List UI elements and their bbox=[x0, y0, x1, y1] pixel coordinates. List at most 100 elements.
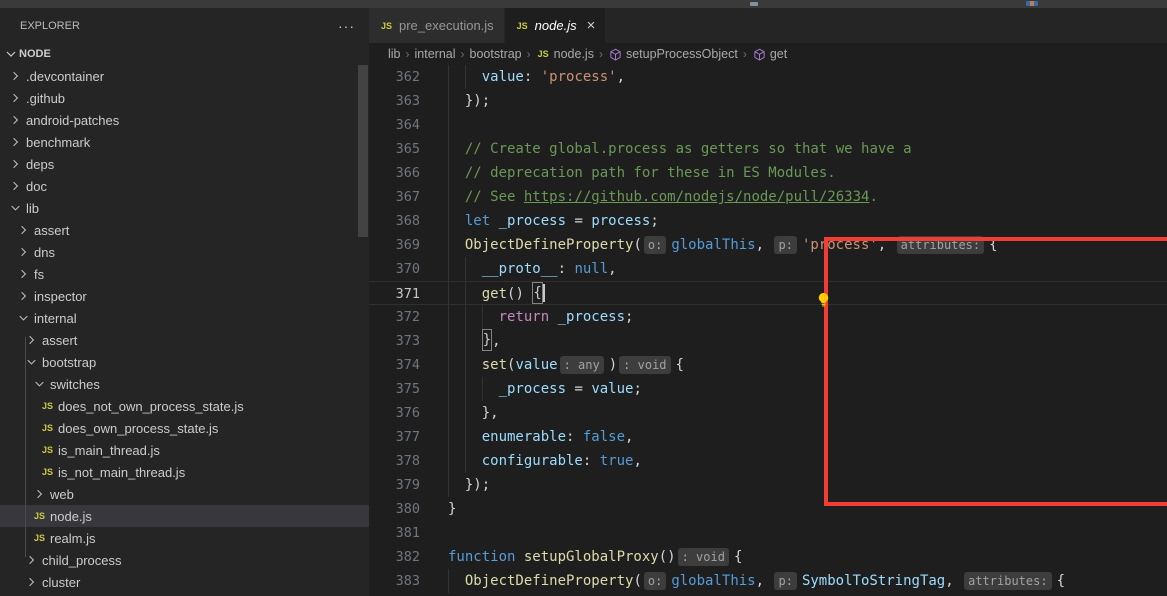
line-number[interactable]: 370 bbox=[369, 257, 448, 281]
tree-item-cluster[interactable]: cluster bbox=[0, 571, 369, 593]
close-icon[interactable]: × bbox=[587, 18, 596, 33]
line-number[interactable]: 375 bbox=[369, 377, 448, 401]
tree-item-fs[interactable]: fs bbox=[0, 263, 369, 285]
line-number[interactable]: 373 bbox=[369, 329, 448, 353]
tree-item-does_own_process_state.js[interactable]: JSdoes_own_process_state.js bbox=[0, 417, 369, 439]
code-line-372[interactable]: 372 return _process; bbox=[369, 305, 1167, 329]
breadcrumb-item-setupProcessObject[interactable]: setupProcessObject bbox=[608, 46, 738, 62]
line-number[interactable]: 381 bbox=[369, 521, 448, 545]
breadcrumb-item-node.js[interactable]: JSnode.js bbox=[536, 46, 594, 62]
breadcrumb-item-internal[interactable]: internal bbox=[415, 47, 456, 61]
punctuation-token: , bbox=[633, 453, 641, 469]
tree-item-benchmark[interactable]: benchmark bbox=[0, 131, 369, 153]
code-line-365[interactable]: 365 // Create global.process as getters … bbox=[369, 137, 1167, 161]
more-actions-icon[interactable]: ··· bbox=[338, 18, 355, 34]
line-number[interactable]: 374 bbox=[369, 353, 448, 377]
tree-item-is_main_thread.js[interactable]: JSis_main_thread.js bbox=[0, 439, 369, 461]
keyword-token: true bbox=[600, 453, 634, 469]
line-number[interactable]: 364 bbox=[369, 113, 448, 137]
tree-item-doc[interactable]: doc bbox=[0, 175, 369, 197]
code-line-374[interactable]: 374 set(value: any): void{ bbox=[369, 353, 1167, 377]
tree-item-inspector[interactable]: inspector bbox=[0, 285, 369, 307]
code-line-381[interactable]: 381 bbox=[369, 521, 1167, 545]
line-number[interactable]: 372 bbox=[369, 305, 448, 329]
code-line-378[interactable]: 378 configurable: true, bbox=[369, 449, 1167, 473]
line-number[interactable]: 380 bbox=[369, 497, 448, 521]
indent-guide bbox=[448, 473, 449, 497]
code-line-369[interactable]: 369 ObjectDefineProperty(o:globalThis, p… bbox=[369, 233, 1167, 257]
tree-item-child_process[interactable]: child_process bbox=[0, 549, 369, 571]
tab-pre_execution.js[interactable]: JSpre_execution.js bbox=[369, 8, 505, 43]
line-number[interactable]: 378 bbox=[369, 449, 448, 473]
keyword-token: let bbox=[465, 213, 499, 229]
code-editor[interactable]: 362 value: 'process',363 });364365 // Cr… bbox=[369, 65, 1167, 593]
tree-item-internal[interactable]: internal bbox=[0, 307, 369, 329]
code-line-373[interactable]: 373 }, bbox=[369, 329, 1167, 353]
tree-item-does_not_own_process_state.js[interactable]: JSdoes_not_own_process_state.js bbox=[0, 395, 369, 417]
code-line-371[interactable]: 371 get() { bbox=[369, 281, 1167, 305]
breadcrumb-item-lib[interactable]: lib bbox=[388, 47, 401, 61]
indent-guide bbox=[465, 329, 466, 353]
tree-item-web[interactable]: web bbox=[0, 483, 369, 505]
code-line-376[interactable]: 376 }, bbox=[369, 401, 1167, 425]
code-line-362[interactable]: 362 value: 'process', bbox=[369, 65, 1167, 89]
code-line-366[interactable]: 366 // deprecation path for these in ES … bbox=[369, 161, 1167, 185]
tree-item-switches[interactable]: switches bbox=[0, 373, 369, 395]
variable-token: configurable bbox=[482, 453, 583, 469]
punctuation-token: { bbox=[1057, 573, 1065, 589]
line-number[interactable]: 383 bbox=[369, 569, 448, 593]
tab-node.js[interactable]: JSnode.js× bbox=[505, 8, 607, 43]
line-number[interactable]: 371 bbox=[369, 282, 448, 304]
line-number[interactable]: 366 bbox=[369, 161, 448, 185]
section-header-node[interactable]: NODE bbox=[0, 43, 369, 65]
code-line-363[interactable]: 363 }); bbox=[369, 89, 1167, 113]
comment-token: // deprecation path for these in ES Modu… bbox=[465, 165, 836, 181]
tree-item-assert[interactable]: assert bbox=[0, 329, 369, 351]
line-number[interactable]: 368 bbox=[369, 209, 448, 233]
code-line-377[interactable]: 377 enumerable: false, bbox=[369, 425, 1167, 449]
indent-guide bbox=[448, 65, 449, 89]
tree-item-bootstrap[interactable]: bootstrap bbox=[0, 351, 369, 373]
code-line-370[interactable]: 370 __proto__: null, bbox=[369, 257, 1167, 281]
tree-item-node.js[interactable]: JSnode.js bbox=[0, 505, 369, 527]
tree-item-deps[interactable]: deps bbox=[0, 153, 369, 175]
line-number[interactable]: 365 bbox=[369, 137, 448, 161]
breadcrumb-item-bootstrap[interactable]: bootstrap bbox=[470, 47, 522, 61]
tree-item-label: is_not_main_thread.js bbox=[58, 465, 185, 480]
code-line-368[interactable]: 368 let _process = process; bbox=[369, 209, 1167, 233]
breadcrumb-item-get[interactable]: get bbox=[752, 46, 787, 62]
code-line-367[interactable]: 367 // See https://github.com/nodejs/nod… bbox=[369, 185, 1167, 209]
lightbulb-icon[interactable] bbox=[816, 292, 832, 308]
line-number[interactable]: 382 bbox=[369, 545, 448, 569]
tree-item-.devcontainer[interactable]: .devcontainer bbox=[0, 65, 369, 87]
variable-token: value bbox=[515, 357, 557, 373]
tree-item-assert[interactable]: assert bbox=[0, 219, 369, 241]
tree-item-is_not_main_thread.js[interactable]: JSis_not_main_thread.js bbox=[0, 461, 369, 483]
tree-item-realm.js[interactable]: JSrealm.js bbox=[0, 527, 369, 549]
tree-item-android-patches[interactable]: android-patches bbox=[0, 109, 369, 131]
line-number[interactable]: 362 bbox=[369, 65, 448, 89]
code-line-375[interactable]: 375 _process = value; bbox=[369, 377, 1167, 401]
line-number[interactable]: 363 bbox=[369, 89, 448, 113]
line-number[interactable]: 379 bbox=[369, 473, 448, 497]
code-line-364[interactable]: 364 bbox=[369, 113, 1167, 137]
line-number[interactable]: 377 bbox=[369, 425, 448, 449]
line-content: } bbox=[448, 497, 1167, 521]
tree-item-lib[interactable]: lib bbox=[0, 197, 369, 219]
code-line-380[interactable]: 380} bbox=[369, 497, 1167, 521]
line-number[interactable]: 367 bbox=[369, 185, 448, 209]
sidebar-scrollbar[interactable] bbox=[358, 65, 368, 237]
code-line-382[interactable]: 382function setupGlobalProxy(): void{ bbox=[369, 545, 1167, 569]
line-number[interactable]: 376 bbox=[369, 401, 448, 425]
link-token[interactable]: https://github.com/nodejs/node/pull/2633… bbox=[524, 189, 870, 205]
line-content: value: 'process', bbox=[448, 65, 1167, 89]
chevron-right-icon bbox=[32, 486, 47, 502]
tree-item-dns[interactable]: dns bbox=[0, 241, 369, 263]
code-line-379[interactable]: 379 }); bbox=[369, 473, 1167, 497]
line-number[interactable]: 369 bbox=[369, 233, 448, 257]
tree-item-.github[interactable]: .github bbox=[0, 87, 369, 109]
code-line-383[interactable]: 383 ObjectDefineProperty(o:globalThis, p… bbox=[369, 569, 1167, 593]
chevron-down-icon bbox=[32, 376, 47, 392]
indent-guide bbox=[465, 353, 466, 377]
indent-whitespace bbox=[448, 93, 465, 109]
